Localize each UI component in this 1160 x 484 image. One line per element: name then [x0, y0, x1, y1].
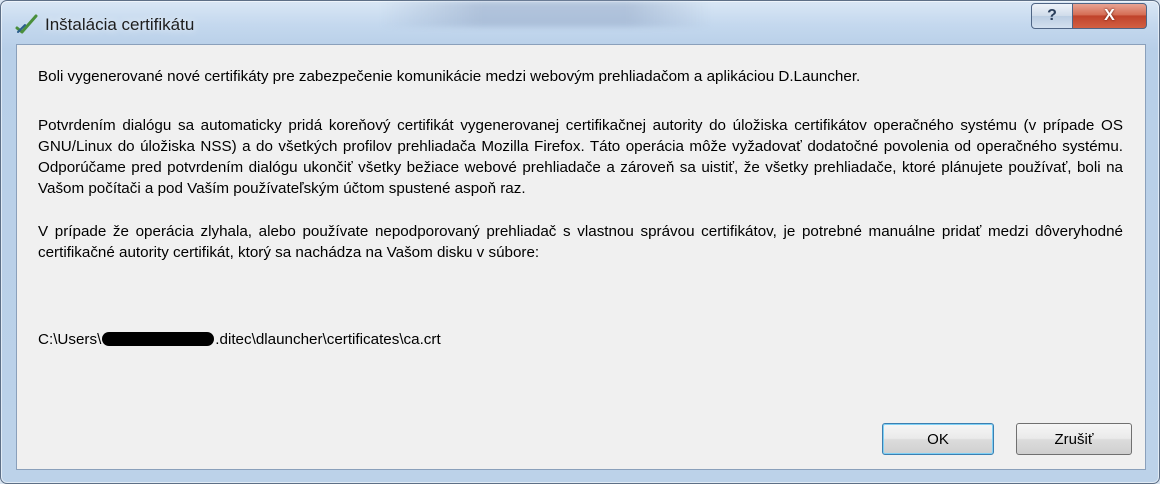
help-button[interactable]: ? [1031, 3, 1073, 29]
redacted-username [102, 332, 215, 346]
dialog-window: Inštalácia certifikátu ? X Boli vygenero… [0, 0, 1160, 484]
message-paragraph-3: V prípade že operácia zlyhala, alebo pou… [38, 223, 1123, 261]
certificate-check-icon [15, 14, 38, 34]
window-title: Inštalácia certifikátu [45, 15, 195, 34]
dialog-content: Boli vygenerované nové certifikáty pre z… [16, 44, 1146, 470]
certificate-path-prefix: C:\Users\ [38, 331, 102, 348]
background-window-blur [381, 1, 711, 27]
certificate-path-suffix: .ditec\dlauncher\certificates\ca.crt [215, 331, 441, 348]
message-paragraph-1: Boli vygenerované nové certifikáty pre z… [38, 68, 861, 85]
message-paragraph-2: Potvrdením dialógu sa automaticky pridá … [38, 117, 1123, 197]
close-button[interactable]: X [1072, 3, 1147, 29]
title-bar[interactable]: Inštalácia certifikátu ? X [1, 1, 1159, 45]
certificate-path: C:\Users\ .ditec\dlauncher\certificates\c… [38, 331, 441, 348]
ok-button[interactable]: OK [882, 423, 994, 455]
close-icon: X [1104, 7, 1115, 24]
help-icon: ? [1047, 7, 1057, 24]
cancel-button[interactable]: Zrušiť [1016, 423, 1132, 455]
